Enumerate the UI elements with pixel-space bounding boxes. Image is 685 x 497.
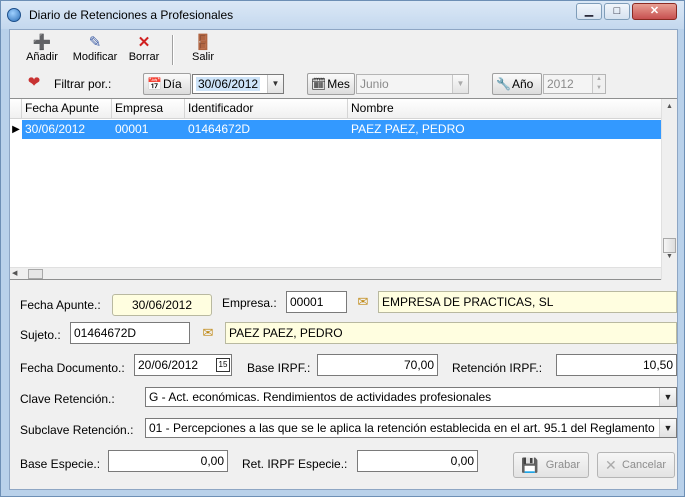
month-value: Junio bbox=[360, 77, 389, 91]
retencion-irpf-label: Retención IRPF.: bbox=[452, 361, 543, 375]
chevron-down-icon[interactable]: ▼ bbox=[267, 75, 283, 93]
empresa-code-field[interactable]: 00001 bbox=[286, 291, 347, 313]
filter-bar: ❤ Filtrar por.: 📅Día 30/06/2012 ▼ 🗓Mes J… bbox=[10, 71, 677, 97]
clave-retencion-select[interactable]: G - Act. económicas. Rendimientos de act… bbox=[145, 387, 677, 407]
column-header[interactable]: Empresa bbox=[112, 99, 185, 119]
subclave-retencion-label: Subclave Retención.: bbox=[20, 423, 134, 437]
exit-door-icon: 🚪 bbox=[193, 34, 213, 51]
window-title: Diario de Retenciones a Profesionales bbox=[29, 8, 234, 22]
day-value: 30/06/2012 bbox=[196, 77, 261, 91]
delete-button[interactable]: ✕ Borrar bbox=[126, 34, 162, 68]
pencil-icon: ✎ bbox=[88, 34, 102, 51]
base-especie-label: Base Especie.: bbox=[20, 457, 101, 471]
toolbar-separator bbox=[172, 35, 174, 65]
cancel-label: Cancelar bbox=[621, 459, 666, 471]
subclave-retencion-select[interactable]: 01 - Percepciones a las que se le aplica… bbox=[145, 418, 677, 438]
app-icon bbox=[7, 8, 21, 22]
column-header[interactable]: Fecha Apunte bbox=[22, 99, 112, 119]
chevron-down-icon[interactable]: ▼ bbox=[452, 75, 468, 93]
table-cell: 01464672D bbox=[188, 122, 251, 136]
app-window: Diario de Retenciones a Profesionales ▁ … bbox=[0, 0, 685, 497]
filter-icon: ❤ bbox=[27, 74, 41, 91]
filter-label: Filtrar por.: bbox=[54, 77, 112, 91]
clave-retencion-label: Clave Retención.: bbox=[20, 392, 115, 406]
scroll-down-icon[interactable]: ▼ bbox=[662, 249, 677, 264]
table-cell: 00001 bbox=[115, 122, 149, 136]
table-row[interactable]: 30/06/2012 00001 01464672D PAEZ PAEZ, PE… bbox=[10, 120, 661, 139]
scroll-up-icon[interactable]: ▲ bbox=[662, 99, 677, 114]
calendar-icon[interactable]: 15 bbox=[216, 358, 230, 372]
month-filter-button[interactable]: 🗓Mes bbox=[307, 73, 355, 95]
spin-up-icon[interactable]: ▲ bbox=[593, 75, 605, 84]
year-filter-button[interactable]: 🔧Año bbox=[492, 73, 542, 95]
exit-label: Salir bbox=[191, 51, 214, 63]
fecha-apunte-label: Fecha Apunte.: bbox=[20, 298, 101, 312]
year-spin-buttons[interactable]: ▲ ▼ bbox=[592, 75, 605, 93]
day-filter-button[interactable]: 📅Día bbox=[143, 73, 191, 95]
vertical-scrollbar[interactable]: ▲ ▼ bbox=[661, 99, 677, 280]
add-icon: ➕ bbox=[32, 34, 52, 51]
sujeto-code-field[interactable]: 01464672D bbox=[70, 322, 190, 344]
sujeto-name-field: PAEZ PAEZ, PEDRO bbox=[225, 322, 677, 344]
year-spinner[interactable]: 2012 ▲ ▼ bbox=[543, 74, 606, 94]
add-button[interactable]: ➕ Añadir bbox=[24, 34, 60, 68]
delete-label: Borrar bbox=[128, 51, 160, 63]
modify-button[interactable]: ✎ Modificar bbox=[70, 34, 120, 68]
save-label: Grabar bbox=[545, 459, 580, 471]
fecha-documento-value: 20/06/2012 bbox=[138, 358, 199, 372]
base-irpf-field[interactable]: 70,00 bbox=[317, 354, 438, 376]
chevron-down-icon[interactable]: ▼ bbox=[659, 388, 676, 406]
maximize-button[interactable]: □ bbox=[604, 3, 630, 20]
clave-retencion-value: G - Act. económicas. Rendimientos de act… bbox=[149, 390, 492, 404]
base-especie-field[interactable]: 0,00 bbox=[108, 450, 228, 472]
exit-button[interactable]: 🚪 Salir bbox=[185, 34, 221, 68]
modify-label: Modificar bbox=[72, 51, 118, 63]
toolbar: ➕ Añadir ✎ Modificar ✕ Borrar 🚪 Salir bbox=[10, 30, 677, 70]
spin-down-icon[interactable]: ▼ bbox=[593, 84, 605, 93]
subclave-retencion-value: 01 - Percepciones a las que se le aplica… bbox=[149, 421, 655, 435]
data-grid[interactable]: Fecha Apunte Empresa Identificador Nombr… bbox=[10, 98, 677, 280]
day-combo[interactable]: 30/06/2012 ▼ bbox=[192, 74, 284, 94]
empresa-label: Empresa.: bbox=[222, 296, 277, 310]
ret-irpf-especie-field[interactable]: 0,00 bbox=[357, 450, 478, 472]
column-header[interactable]: Identificador bbox=[185, 99, 348, 119]
scroll-left-icon[interactable]: ◀ bbox=[12, 268, 17, 280]
fecha-documento-label: Fecha Documento.: bbox=[20, 361, 125, 375]
delete-x-icon: ✕ bbox=[137, 34, 151, 51]
title-bar[interactable]: Diario de Retenciones a Profesionales ▁ … bbox=[1, 1, 684, 29]
scroll-thumb[interactable] bbox=[28, 269, 43, 279]
base-irpf-label: Base IRPF.: bbox=[247, 361, 311, 375]
row-pointer-icon: ▶ bbox=[10, 120, 22, 139]
year-value: 2012 bbox=[547, 77, 574, 91]
minimize-button[interactable]: ▁ bbox=[576, 3, 602, 20]
column-header[interactable]: Nombre bbox=[348, 99, 661, 119]
grid-header: Fecha Apunte Empresa Identificador Nombr… bbox=[10, 99, 661, 119]
sujeto-label: Sujeto.: bbox=[20, 328, 61, 342]
horizontal-scrollbar[interactable]: ◀ bbox=[10, 267, 661, 279]
month-combo[interactable]: Junio ▼ bbox=[356, 74, 469, 94]
month-button-label: Mes bbox=[327, 77, 350, 91]
save-icon: 💾 bbox=[521, 457, 539, 473]
cancel-x-icon: ✕ bbox=[605, 457, 617, 473]
retencion-irpf-field[interactable]: 10,50 bbox=[556, 354, 677, 376]
save-button[interactable]: 💾 Grabar bbox=[513, 452, 589, 478]
client-area: ➕ Añadir ✎ Modificar ✕ Borrar 🚪 Salir ❤ … bbox=[9, 29, 678, 490]
add-label: Añadir bbox=[26, 51, 58, 63]
table-cell: 30/06/2012 bbox=[25, 122, 86, 136]
lookup-icon[interactable]: ✉ bbox=[355, 294, 371, 310]
year-button-label: Año bbox=[511, 77, 534, 91]
calendar-month-icon: 🗓 bbox=[311, 77, 327, 91]
lookup-icon[interactable]: ✉ bbox=[200, 325, 216, 341]
ret-irpf-especie-label: Ret. IRPF Especie.: bbox=[242, 457, 348, 471]
close-button[interactable]: ✕ bbox=[632, 3, 677, 20]
table-cell: PAEZ PAEZ, PEDRO bbox=[351, 122, 465, 136]
chevron-down-icon[interactable]: ▼ bbox=[659, 419, 676, 437]
fecha-apunte-field: 30/06/2012 bbox=[112, 294, 212, 316]
grid-indicator-header bbox=[10, 99, 22, 119]
calendar-icon: 📅 bbox=[147, 77, 162, 91]
empresa-name-field: EMPRESA DE PRACTICAS, SL bbox=[378, 291, 677, 313]
day-button-label: Día bbox=[162, 77, 182, 91]
cancel-button[interactable]: ✕ Cancelar bbox=[597, 452, 675, 478]
wrench-icon: 🔧 bbox=[496, 77, 511, 91]
